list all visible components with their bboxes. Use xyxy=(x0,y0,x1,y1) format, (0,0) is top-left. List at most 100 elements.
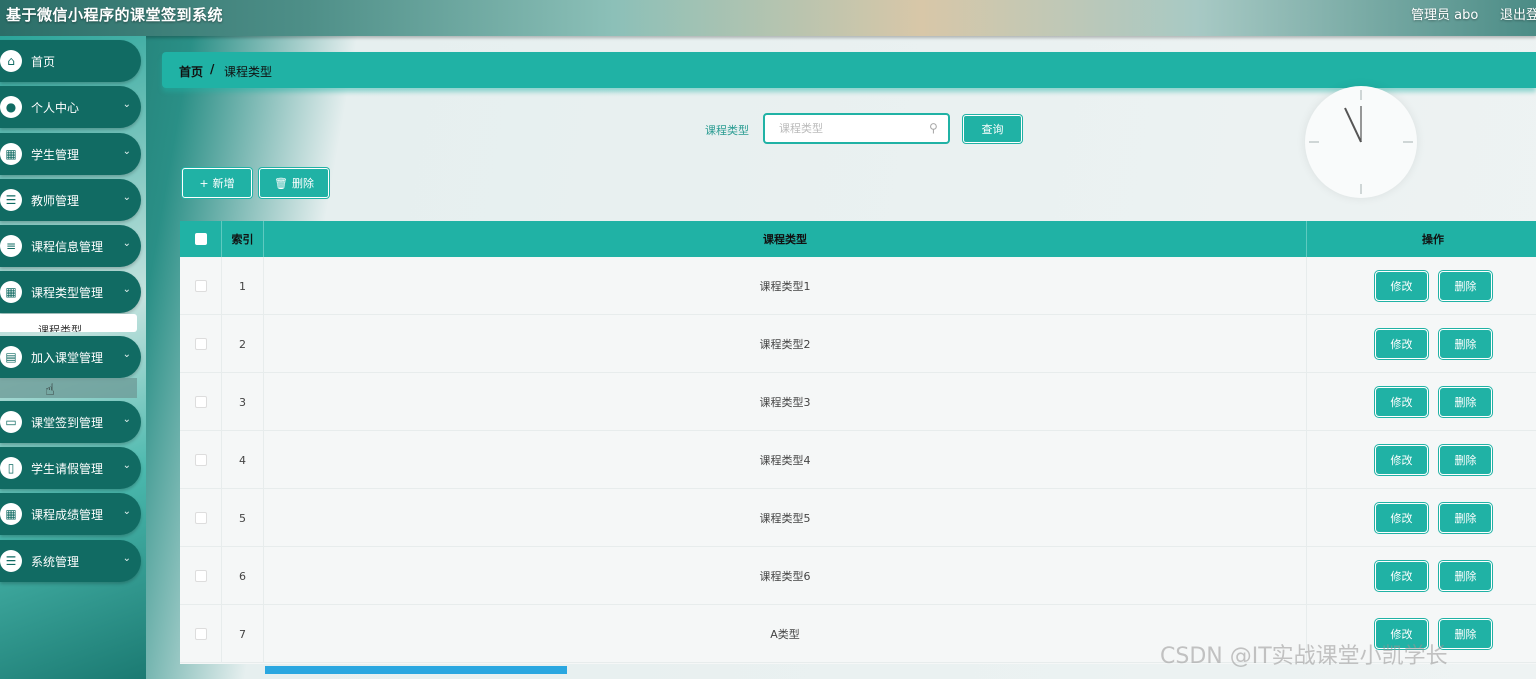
table-row: 4 课程类型4 修改 删除 xyxy=(180,431,1536,489)
sidebar-item-10[interactable]: ▦ 课程成绩管理 ⌄ xyxy=(0,493,141,535)
row-checkbox-cell xyxy=(180,315,222,373)
trash-icon: 🗑 xyxy=(274,176,288,190)
delete-button[interactable]: 🗑 删除 xyxy=(259,168,329,198)
breadcrumb: 首页 / 课程类型 xyxy=(162,52,1536,88)
header-actions: 操作 xyxy=(1422,233,1444,246)
row-checkbox[interactable] xyxy=(194,338,207,350)
row-index: 1 xyxy=(222,257,264,315)
row-checkbox[interactable] xyxy=(194,280,207,292)
row-checkbox-cell xyxy=(180,257,222,315)
edit-button[interactable]: 修改 xyxy=(1375,329,1428,359)
row-checkbox[interactable] xyxy=(194,454,207,466)
sidebar-item-4[interactable]: ☰ 教师管理 ⌄ xyxy=(0,179,141,221)
row-checkbox-cell xyxy=(180,605,222,663)
select-all-checkbox[interactable] xyxy=(194,233,207,245)
grid-icon: ▦ xyxy=(0,143,22,165)
row-type: 课程类型1 xyxy=(264,257,1307,315)
sidebar-item-11[interactable]: ☰ 系统管理 ⌄ xyxy=(0,540,141,582)
row-delete-button[interactable]: 删除 xyxy=(1439,503,1492,533)
table-row: 1 课程类型1 修改 删除 xyxy=(180,257,1536,315)
search-input[interactable] xyxy=(763,113,950,144)
sidebar-item-label: 课程信息管理 xyxy=(31,240,104,254)
chevron-down-icon: ⌄ xyxy=(122,99,131,110)
edit-button[interactable]: 修改 xyxy=(1375,561,1428,591)
app-title: 基于微信小程序的课堂签到系统 xyxy=(6,6,224,24)
course-type-table: 索引 课程类型 操作 1 课程类型1 修改 删除 2 课程类型2 修改 删除 3 课程类型3 修改删… xyxy=(180,221,1536,664)
breadcrumb-current: 课程类型 xyxy=(224,65,273,79)
edit-button[interactable]: 修改 xyxy=(1375,445,1428,475)
sidebar-item-3[interactable]: ▦ 学生管理 ⌄ xyxy=(0,133,141,175)
row-delete-button[interactable]: 删除 xyxy=(1439,387,1492,417)
row-checkbox[interactable] xyxy=(194,512,207,524)
home-icon: ⌂ xyxy=(0,50,22,72)
row-checkbox-cell xyxy=(180,489,222,547)
row-delete-button[interactable]: 删除 xyxy=(1439,271,1492,301)
chevron-down-icon: ⌄ xyxy=(122,460,131,471)
row-type: 课程类型4 xyxy=(264,431,1307,489)
row-delete-button[interactable]: 删除 xyxy=(1439,561,1492,591)
query-button[interactable]: 查询 xyxy=(963,115,1022,143)
sidebar-item-2[interactable]: ● 个人中心 ⌄ xyxy=(0,86,141,128)
sidebar-item-8[interactable]: ▭ 课堂签到管理 ⌄ xyxy=(0,401,141,443)
list-icon: ☰ xyxy=(0,550,22,572)
row-checkbox[interactable] xyxy=(194,396,207,408)
sidebar-item-1[interactable]: ⌂ 首页 xyxy=(0,40,141,82)
chevron-down-icon: ⌄ xyxy=(122,146,131,157)
row-type: A类型 xyxy=(264,605,1307,663)
clock-icon xyxy=(1309,90,1413,194)
add-button-label: 新增 xyxy=(212,177,235,190)
chevron-down-icon: ⌄ xyxy=(122,192,131,203)
row-type: 课程类型3 xyxy=(264,373,1307,431)
row-delete-button[interactable]: 删除 xyxy=(1439,329,1492,359)
row-delete-button[interactable]: 删除 xyxy=(1439,445,1492,475)
sidebar-subitem-hover[interactable] xyxy=(0,378,137,398)
table-row: 2 课程类型2 修改 删除 xyxy=(180,315,1536,373)
edit-button[interactable]: 修改 xyxy=(1375,503,1428,533)
chevron-down-icon: ⌄ xyxy=(122,414,131,425)
sidebar-item-6[interactable]: ▦ 课程类型管理 ⌄ xyxy=(0,271,141,313)
delete-button-label: 删除 xyxy=(291,177,314,190)
sidebar-item-9[interactable]: ▯ 学生请假管理 ⌄ xyxy=(0,447,141,489)
logout-link[interactable]: 退出登 xyxy=(1500,4,1536,23)
row-checkbox-cell xyxy=(180,373,222,431)
row-index: 6 xyxy=(222,547,264,605)
row-index: 7 xyxy=(222,605,264,663)
sidebar-item-label: 个人中心 xyxy=(31,101,80,115)
sidebar-item-label: 课堂签到管理 xyxy=(31,416,104,430)
row-checkbox[interactable] xyxy=(194,628,207,640)
header-checkbox-cell xyxy=(180,221,222,257)
header-index: 索引 xyxy=(222,221,264,257)
decor-strip xyxy=(265,666,567,674)
add-button[interactable]: + 新增 xyxy=(182,168,252,198)
sidebar-item-label: 系统管理 xyxy=(31,555,80,569)
row-type: 课程类型2 xyxy=(264,315,1307,373)
breadcrumb-separator: / xyxy=(210,62,215,76)
sidebar-item-label: 教师管理 xyxy=(31,194,80,208)
grid-icon: ▦ xyxy=(0,503,22,525)
sidebar-item-5[interactable]: ≡ 课程信息管理 ⌄ xyxy=(0,225,141,267)
sliders-icon: ≡ xyxy=(0,235,22,257)
table-row: 3 课程类型3 修改 删除 xyxy=(180,373,1536,431)
book-icon: ▯ xyxy=(0,457,22,479)
row-index: 5 xyxy=(222,489,264,547)
plus-icon: + xyxy=(199,176,209,190)
breadcrumb-home[interactable]: 首页 xyxy=(179,63,203,80)
sidebar-subitem-course-type[interactable]: 课程类型 xyxy=(0,314,137,332)
row-checkbox[interactable] xyxy=(194,570,207,582)
user-icon: ● xyxy=(0,96,22,118)
edit-button[interactable]: 修改 xyxy=(1375,387,1428,417)
table-row: 5 课程类型5 修改 删除 xyxy=(180,489,1536,547)
row-checkbox-cell xyxy=(180,547,222,605)
chevron-down-icon: ⌄ xyxy=(122,238,131,249)
chart-icon: ▤ xyxy=(0,346,22,368)
table-header: 索引 课程类型 操作 xyxy=(180,221,1536,257)
chevron-down-icon: ⌄ xyxy=(122,284,131,295)
header-type: 课程类型 xyxy=(264,221,1307,257)
chevron-down-icon: ⌄ xyxy=(122,553,131,564)
edit-button[interactable]: 修改 xyxy=(1375,271,1428,301)
sidebar-item-label: 课程成绩管理 xyxy=(31,508,104,522)
user-label: 管理员 abo xyxy=(1411,8,1479,23)
row-index: 3 xyxy=(222,373,264,431)
sidebar-item-7[interactable]: ▤ 加入课堂管理 ⌄ xyxy=(0,336,141,378)
sidebar-item-label: 课程类型管理 xyxy=(31,286,104,300)
